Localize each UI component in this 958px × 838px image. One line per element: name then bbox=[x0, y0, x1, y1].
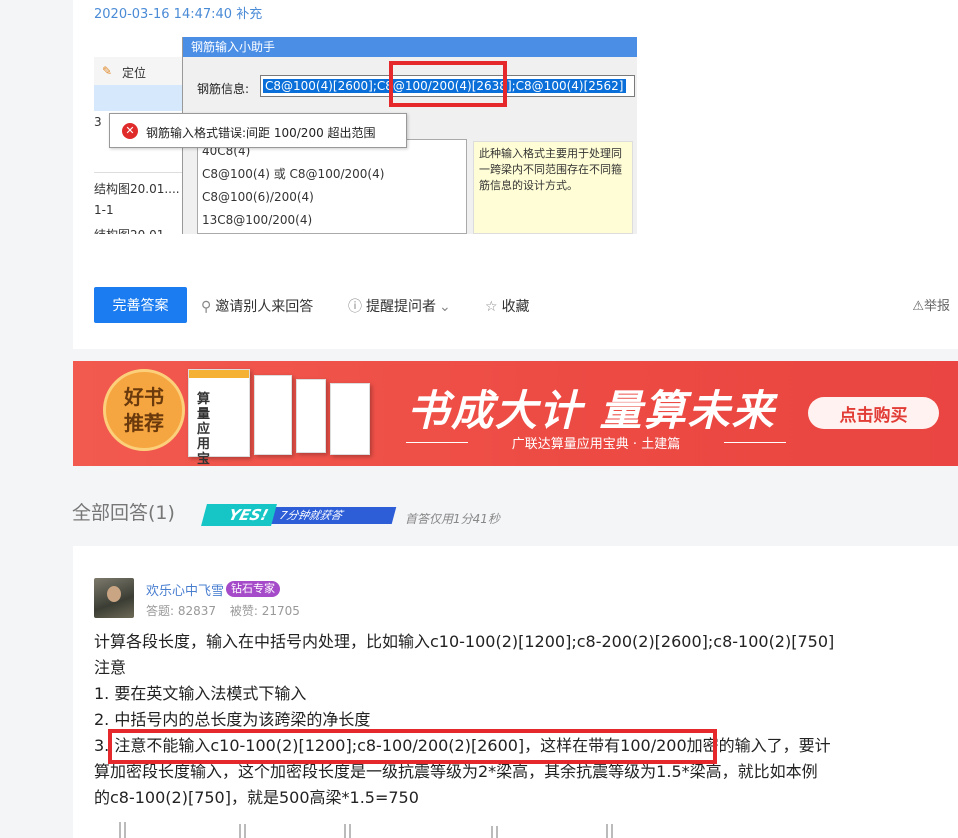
info-icon: ⓘ bbox=[348, 299, 362, 315]
promo-banner[interactable]: 好书 推荐 算量应用宝典 书成大计 量算未来 广联达算量应用宝典 · 土建篇 点… bbox=[73, 361, 958, 466]
banner-slogan: 书成大计 量算未来 bbox=[407, 386, 776, 435]
error-tooltip: ✕ 钢筋输入格式错误:间距 100/200 超出范围 bbox=[109, 113, 407, 148]
locate-icon: ✎ bbox=[102, 64, 113, 78]
recommend-badge: 好书 推荐 bbox=[103, 369, 185, 451]
answer-line: 1. 要在英文输入法模式下输入 bbox=[94, 684, 307, 703]
report-label: 举报 bbox=[923, 299, 950, 314]
error-icon: ✕ bbox=[122, 123, 138, 139]
book-cover: 算量应用宝典 bbox=[188, 369, 250, 466]
book-cover bbox=[330, 383, 370, 455]
user-stats: 答题: 82837 被赞: 21705 bbox=[146, 602, 310, 619]
highlight-box bbox=[108, 729, 717, 764]
highlight-box bbox=[389, 61, 507, 107]
answer-line: 计算各段长度，输入在中括号内处理，比如输入c10-100(2)[1200];c8… bbox=[94, 632, 835, 651]
favorite-link[interactable]: ☆ 收藏 bbox=[485, 296, 530, 316]
invite-label: 邀请别人来回答 bbox=[215, 299, 314, 315]
answer-line: 注意 bbox=[94, 658, 127, 677]
screenshot-left-row: 1-1 bbox=[94, 203, 114, 217]
screenshot-left-row: 结构图20.01 bbox=[94, 226, 164, 234]
question-actions: 完善答案 ⚲ 邀请别人来回答 ⓘ 提醒提问者 ⌄ ☆ 收藏 ⚠举报 bbox=[94, 287, 954, 323]
question-card: 2020-03-16 14:47:40 补充 ✎ 定位 3 结构图20.01..… bbox=[73, 0, 958, 349]
quick-answer-badge: 7分钟就获答 YES! bbox=[201, 504, 397, 526]
username-link[interactable]: 欢乐心中飞雪 bbox=[146, 580, 224, 599]
buy-now-button[interactable]: 点击购买 bbox=[808, 397, 939, 429]
avatar[interactable] bbox=[94, 578, 134, 618]
rebar-format-item: C8@100(6)/200(4) bbox=[202, 190, 314, 204]
favorite-label: 收藏 bbox=[501, 299, 530, 315]
drawing-preview bbox=[119, 822, 613, 838]
screenshot-left-row: 结构图20.01.... bbox=[94, 182, 180, 196]
supplement-timestamp: 2020-03-16 14:47:40 补充 bbox=[94, 7, 263, 22]
book-title: 算量应用宝典 bbox=[197, 392, 211, 466]
book-cover bbox=[254, 375, 292, 455]
remind-asker-link[interactable]: ⓘ 提醒提问者 ⌄ bbox=[348, 296, 455, 316]
rebar-format-list: 40C8(4) C8@100(4) 或 C8@100/200(4) C8@100… bbox=[197, 139, 467, 234]
answer-card: 欢乐心中飞雪 钻石专家 答题: 82837 被赞: 21705 计算各段长度，输… bbox=[73, 546, 958, 838]
remind-label: 提醒提问者 bbox=[366, 299, 436, 315]
rebar-format-item: 13C8@100/200(4) bbox=[202, 213, 313, 227]
quick-answer-tag: 7分钟就获答 bbox=[269, 507, 397, 524]
answer-attachment-image[interactable] bbox=[94, 818, 654, 838]
star-icon: ☆ bbox=[485, 299, 498, 315]
chevron-down-icon: ⌄ bbox=[439, 299, 451, 315]
answers-count: 答题: 82837 bbox=[146, 604, 217, 618]
screenshot-left-number: 3 bbox=[94, 115, 102, 129]
report-link[interactable]: ⚠举报 bbox=[912, 295, 950, 314]
book-cover bbox=[296, 379, 326, 453]
rebar-format-note: 此种输入格式主要用于处理同一跨梁内不同范围存在不同箍筋信息的设计方式。 bbox=[473, 141, 633, 234]
rebar-info-label: 钢筋信息: bbox=[197, 82, 250, 96]
improve-answer-button[interactable]: 完善答案 bbox=[94, 287, 187, 323]
badge-line: 好书 bbox=[124, 385, 164, 409]
badge-line: 推荐 bbox=[124, 411, 164, 435]
likes-count: 被赞: 21705 bbox=[229, 604, 300, 618]
invite-answer-link[interactable]: ⚲ 邀请别人来回答 bbox=[201, 296, 313, 316]
question-screenshot[interactable]: ✎ 定位 3 结构图20.01.... 1-1 结构图20.01 钢筋输入小助手… bbox=[94, 37, 637, 234]
book-covers-image: 算量应用宝典 bbox=[188, 365, 373, 466]
warning-icon: ⚠ bbox=[912, 299, 924, 314]
answer-line: 的c8-100(2)[750]，就是500高梁*1.5=750 bbox=[94, 788, 419, 807]
yes-label: YES! bbox=[201, 504, 277, 526]
screenshot-locate-label: 定位 bbox=[122, 66, 147, 80]
answer-body: 计算各段长度，输入在中括号内处理，比如输入c10-100(2)[1200];c8… bbox=[94, 629, 874, 811]
expert-badge: 钻石专家 bbox=[226, 581, 280, 597]
rebar-format-item: C8@100(4) 或 C8@100/200(4) bbox=[202, 167, 385, 181]
rebar-dialog-title: 钢筋输入小助手 bbox=[183, 37, 637, 57]
first-answer-time: 首答仅用1分41秒 bbox=[405, 512, 500, 526]
all-answers-title: 全部回答(1) bbox=[72, 502, 175, 524]
person-add-icon: ⚲ bbox=[201, 299, 212, 315]
banner-subtitle: 广联达算量应用宝典 · 土建篇 bbox=[406, 433, 786, 452]
error-message: 钢筋输入格式错误:间距 100/200 超出范围 bbox=[146, 126, 376, 140]
